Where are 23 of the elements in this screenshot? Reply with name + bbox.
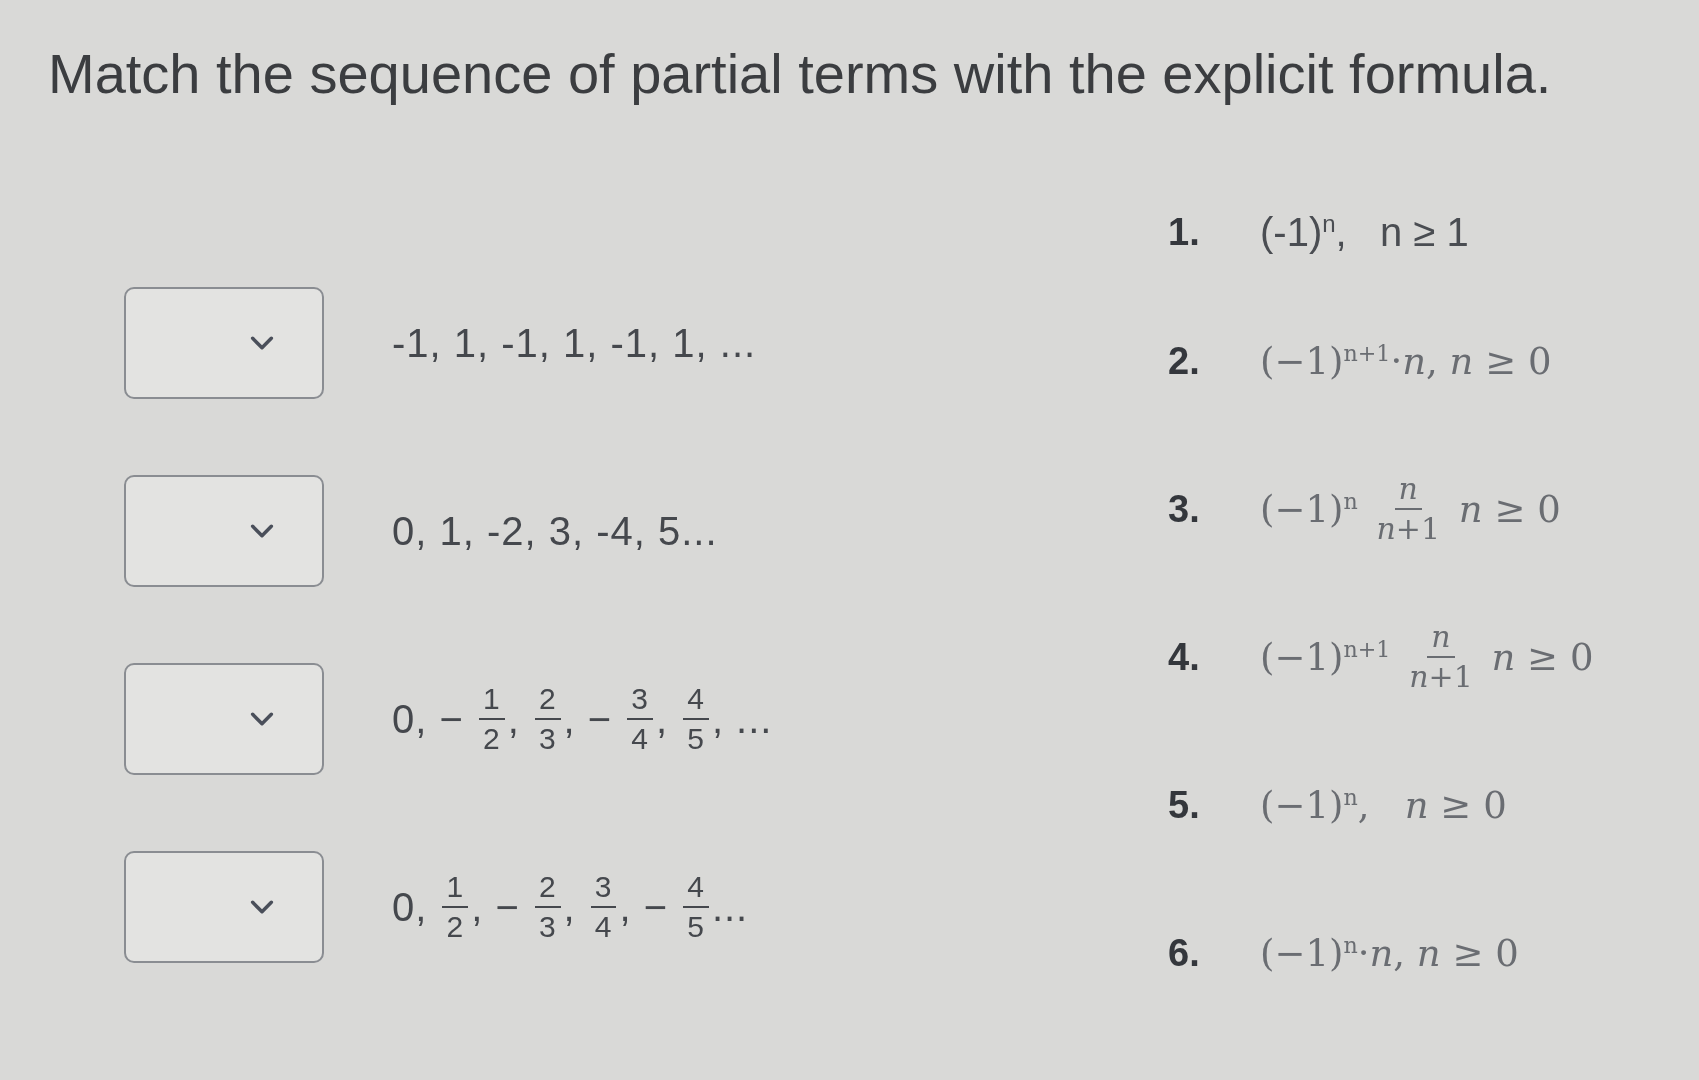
formula-number: 5. xyxy=(1168,783,1201,827)
sequence-text: -1, 1, -1, 1, -1, 1, ... xyxy=(392,320,757,366)
chevron-down-icon xyxy=(250,900,274,915)
formula-text: (−1)$^{n}$·n, n ≥ 0 xyxy=(1260,931,1519,975)
formula-text: (−1)$^{n+1}$·n, n ≥ 0 xyxy=(1260,339,1552,383)
formula-number: 2. xyxy=(1168,339,1201,383)
formula-number: 6. xyxy=(1168,931,1201,975)
formula-text: (−1)$^{n+1}$ n n+1 n ≥ 0 xyxy=(1260,619,1594,695)
formula-number: 3. xyxy=(1168,487,1201,531)
formula-text: (-1)$^{n}$, n ≥ 1 xyxy=(1260,209,1469,255)
chevron-down-icon xyxy=(250,336,274,351)
formula-number: 4. xyxy=(1168,635,1201,679)
answer-dropdown[interactable] xyxy=(124,663,324,776)
sequence-text: 0, 1, -2, 3, -4, 5... xyxy=(392,508,718,554)
answer-dropdown[interactable] xyxy=(124,287,324,400)
formula-text: (−1)$^{n}$, n ≥ 0 xyxy=(1260,783,1507,827)
question-title: Match the sequence of partial terms with the explicit formula. xyxy=(48,41,1552,107)
formula-text: (−1)$^{n}$ n n+1 n ≥ 0 xyxy=(1260,471,1561,547)
answer-dropdown[interactable] xyxy=(124,475,324,588)
formula-number: 1. xyxy=(1168,210,1201,254)
chevron-down-icon xyxy=(250,712,274,727)
chevron-down-icon xyxy=(250,524,274,539)
answer-dropdown[interactable] xyxy=(124,851,324,964)
